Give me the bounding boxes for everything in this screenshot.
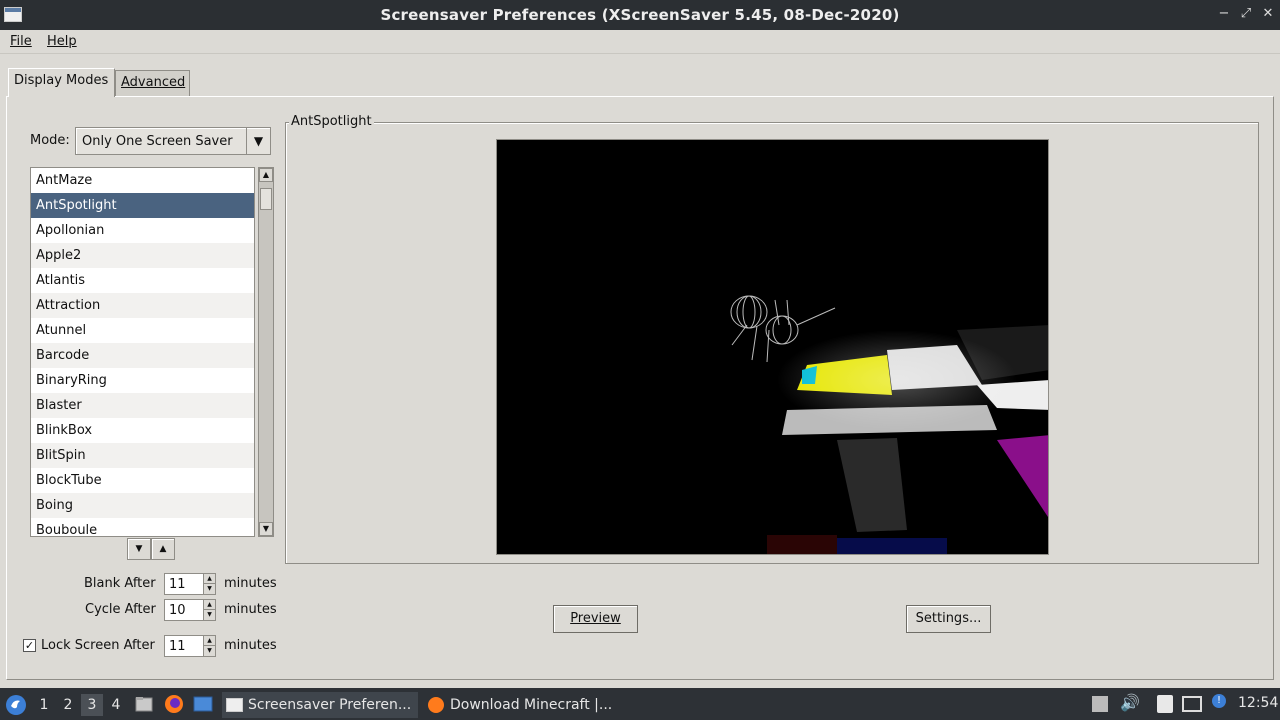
spin-down-icon[interactable]: ▼ <box>203 584 215 594</box>
list-scrollbar[interactable]: ▲ ▼ <box>258 167 274 537</box>
workspace-3[interactable]: 3 <box>81 694 103 716</box>
task-label: Screensaver Preferen... <box>248 697 412 713</box>
scroll-up-icon[interactable]: ▲ <box>259 168 273 182</box>
volume-icon[interactable]: 🔊 <box>1120 693 1140 712</box>
menu-help[interactable]: Help <box>47 34 77 49</box>
next-saver-button[interactable]: ▼ <box>127 538 151 560</box>
mode-value: Only One Screen Saver <box>82 134 233 149</box>
tray-arrow-icon[interactable] <box>1092 696 1108 712</box>
preview-button[interactable]: Preview <box>553 605 638 633</box>
start-menu-icon[interactable] <box>5 694 27 716</box>
list-item[interactable]: AntSpotlight <box>31 193 254 218</box>
list-item[interactable]: Boing <box>31 493 254 518</box>
lock-screen-label[interactable]: Lock Screen After <box>41 638 155 653</box>
lock-after-unit: minutes <box>224 638 277 653</box>
window-icon <box>226 698 243 712</box>
screensaver-list[interactable]: AntMaze AntSpotlight Apollonian Apple2 Atlan… <box>30 167 255 537</box>
blank-after-value: 11 <box>169 577 186 592</box>
mode-label: Mode: <box>30 133 70 148</box>
workspace-4[interactable]: 4 <box>105 694 127 716</box>
list-item[interactable]: Atlantis <box>31 268 254 293</box>
title-bar: Screensaver Preferences (XScreenSaver 5.… <box>0 0 1280 30</box>
lock-after-value: 11 <box>169 639 186 654</box>
list-item[interactable]: BlockTube <box>31 468 254 493</box>
scroll-down-icon[interactable]: ▼ <box>259 522 273 536</box>
taskbar: 1 2 3 4 Screensaver Preferen... Download… <box>0 688 1280 720</box>
blank-after-spinner[interactable]: 11 ▲ ▼ <box>164 573 216 595</box>
window-title: Screensaver Preferences (XScreenSaver 5.… <box>380 6 900 24</box>
preview-render <box>730 295 1048 554</box>
firefox-icon[interactable] <box>163 693 185 715</box>
menu-bar: File Help <box>0 30 1280 54</box>
list-item[interactable]: Barcode <box>31 343 254 368</box>
clipboard-icon[interactable] <box>1157 695 1173 713</box>
preview-frame-title: AntSpotlight <box>289 114 374 129</box>
blank-after-unit: minutes <box>224 576 277 591</box>
list-item[interactable]: Attraction <box>31 293 254 318</box>
close-button[interactable]: ✕ <box>1259 5 1277 23</box>
settings-button[interactable]: Settings... <box>906 605 991 633</box>
prev-saver-button[interactable]: ▲ <box>151 538 175 560</box>
file-manager-icon[interactable] <box>134 694 154 714</box>
cycle-after-value: 10 <box>169 603 186 618</box>
task-label: Download Minecraft |... <box>450 697 613 713</box>
desktop-icon[interactable] <box>193 694 213 714</box>
cycle-after-spinner[interactable]: 10 ▲ ▼ <box>164 599 216 621</box>
list-item[interactable]: BinaryRing <box>31 368 254 393</box>
list-item[interactable]: Apple2 <box>31 243 254 268</box>
cycle-after-label: Cycle After <box>85 602 156 617</box>
maximize-button[interactable]: ⤢ <box>1237 5 1255 23</box>
spin-up-icon[interactable]: ▲ <box>203 574 215 584</box>
tab-advanced[interactable]: Advanced <box>115 70 190 96</box>
lock-after-spinner[interactable]: 11 ▲ ▼ <box>164 635 216 657</box>
list-item[interactable]: Atunnel <box>31 318 254 343</box>
tab-display-modes[interactable]: Display Modes <box>8 68 115 97</box>
spin-down-icon[interactable]: ▼ <box>203 646 215 656</box>
minimize-button[interactable]: − <box>1215 5 1233 23</box>
task-screensaver-preferences[interactable]: Screensaver Preferen... <box>222 692 418 718</box>
clock: 12:54 <box>1238 695 1279 711</box>
spin-down-icon[interactable]: ▼ <box>203 610 215 620</box>
check-icon: ✓ <box>24 639 35 652</box>
menu-file[interactable]: File <box>10 34 32 49</box>
list-item[interactable]: Blaster <box>31 393 254 418</box>
firefox-icon <box>428 697 444 713</box>
workspace-1[interactable]: 1 <box>33 694 55 716</box>
list-item[interactable]: Bouboule <box>31 518 254 536</box>
list-item[interactable]: AntMaze <box>31 168 254 193</box>
network-icon[interactable] <box>1182 696 1202 712</box>
spin-up-icon[interactable]: ▲ <box>203 636 215 646</box>
dropdown-arrow-icon[interactable]: ▼ <box>246 128 270 154</box>
blank-after-label: Blank After <box>84 576 156 591</box>
list-item[interactable]: Apollonian <box>31 218 254 243</box>
mode-dropdown[interactable]: Only One Screen Saver ▼ <box>75 127 271 155</box>
list-item[interactable]: BlitSpin <box>31 443 254 468</box>
lock-screen-checkbox[interactable]: ✓ <box>23 639 36 652</box>
scroll-thumb[interactable] <box>260 188 272 210</box>
workspace-2[interactable]: 2 <box>57 694 79 716</box>
cycle-after-unit: minutes <box>224 602 277 617</box>
screensaver-preview <box>496 139 1049 555</box>
task-firefox[interactable]: Download Minecraft |... <box>424 692 620 718</box>
spin-up-icon[interactable]: ▲ <box>203 600 215 610</box>
update-notification-icon[interactable]: ! <box>1212 694 1226 708</box>
list-item[interactable]: BlinkBox <box>31 418 254 443</box>
